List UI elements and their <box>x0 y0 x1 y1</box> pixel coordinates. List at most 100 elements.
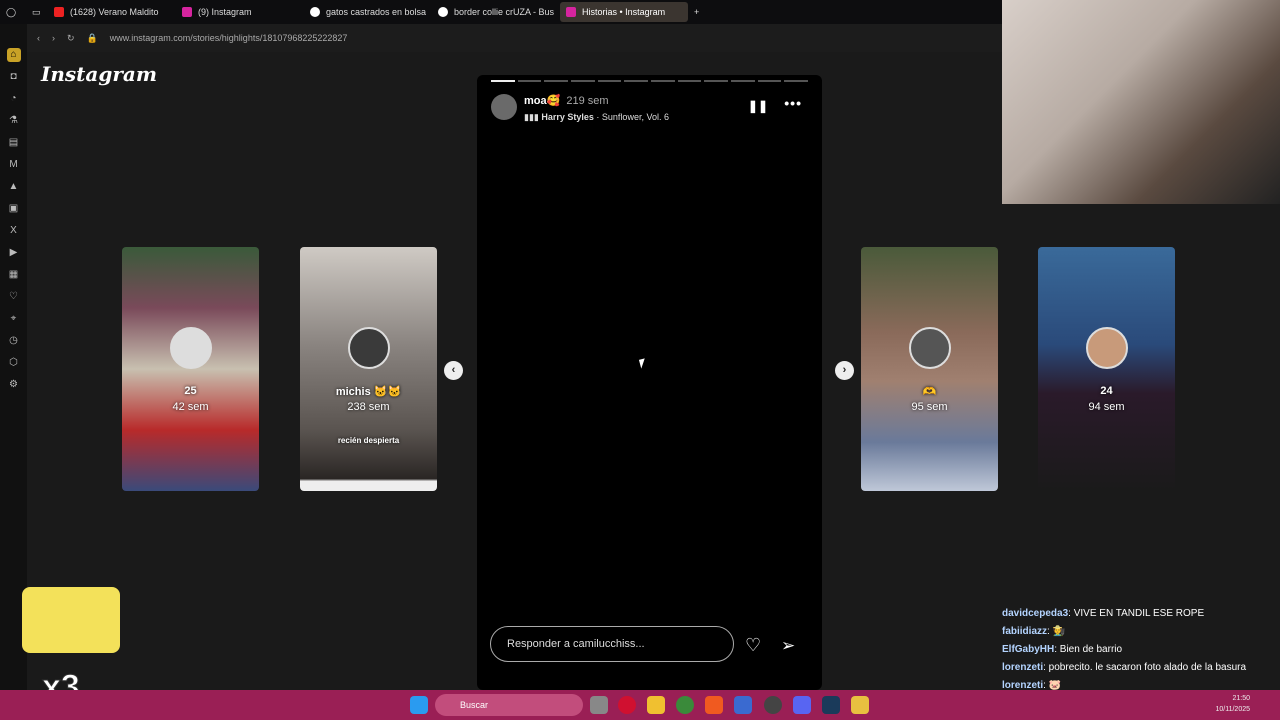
chat-user: ElfGabyHH <box>1002 644 1055 655</box>
instagram-logo[interactable]: Instagram <box>41 62 157 86</box>
avatar <box>169 327 212 369</box>
taskbar-search[interactable]: Buscar <box>435 694 583 716</box>
music-song: · Sunflower, Vol. 6 <box>596 112 669 122</box>
windows-start-icon[interactable] <box>410 696 428 714</box>
google-icon <box>310 7 320 17</box>
home-icon[interactable]: ⌂ <box>6 48 21 62</box>
chat-message: lorenzeti: pobrecito. le sacaron foto al… <box>1002 659 1280 677</box>
story-music[interactable]: ▮▮▮ Harry Styles · Sunflower, Vol. 6 <box>524 112 669 123</box>
url-field[interactable]: www.instagram.com/stories/highlights/181… <box>110 33 348 43</box>
new-tab-button[interactable]: + <box>688 2 708 22</box>
music-artist: Harry Styles <box>541 112 594 122</box>
youtube-icon <box>54 7 64 17</box>
heart-icon[interactable]: ♡ <box>7 290 21 304</box>
brave-icon[interactable] <box>705 696 723 714</box>
settings-icon[interactable]: ⚙ <box>7 378 21 392</box>
card-caption: recién despierta <box>337 436 400 445</box>
task-view-icon[interactable] <box>590 696 608 714</box>
avatar <box>347 327 390 369</box>
story-card[interactable]: 24 94 sem <box>1038 247 1175 491</box>
app-icon[interactable] <box>734 696 752 714</box>
extension-icon[interactable]: ⬡ <box>7 356 21 370</box>
card-time: 95 sem <box>911 401 948 413</box>
steam-icon[interactable] <box>822 696 840 714</box>
heart-icon: ♡ <box>745 635 762 655</box>
card-title: 🫶 <box>922 386 937 398</box>
like-button[interactable]: ♡ <box>745 635 761 656</box>
send-icon: ➢ <box>781 636 796 655</box>
previous-story-button[interactable]: ‹ <box>444 361 463 380</box>
x-icon[interactable]: X <box>7 224 21 238</box>
speed-icon[interactable]: ◔ <box>7 92 21 106</box>
chat-message: fabiidiazz: 🧑‍🌾 <box>1002 623 1280 641</box>
avatar[interactable] <box>491 94 517 120</box>
spongebob-emote <box>22 587 120 653</box>
play-icon[interactable]: ▶ <box>7 246 21 260</box>
chevron-right-icon: › <box>842 364 847 376</box>
windows-taskbar <box>0 690 1280 720</box>
opera-gx-icon[interactable] <box>618 696 636 714</box>
share-button[interactable]: ➢ <box>781 636 795 656</box>
grid-icon[interactable]: ▦ <box>7 268 21 282</box>
instagram-icon <box>566 7 576 17</box>
card-time: 238 sem <box>347 401 390 413</box>
plus-icon: + <box>694 7 700 17</box>
story-card[interactable]: 25 42 sem <box>122 247 259 491</box>
address-bar: ‹ › ↻ 🔒 www.instagram.com/stories/highli… <box>27 24 1002 52</box>
flask-icon[interactable]: ⚗ <box>7 114 21 128</box>
tab-historias[interactable]: Historias • Instagram <box>560 2 688 22</box>
lock-icon: 🔒 <box>86 32 98 43</box>
chat-text: : Bien de barrio <box>1054 644 1123 655</box>
reload-icon[interactable]: ↻ <box>67 33 75 44</box>
back-icon[interactable]: ‹ <box>37 33 40 43</box>
chrome-icon[interactable] <box>676 696 694 714</box>
clock-date: 10/11/2025 <box>1215 706 1250 713</box>
forward-icon[interactable]: › <box>52 33 55 43</box>
tab-overview-button[interactable]: ▭ <box>26 2 48 22</box>
pause-button[interactable]: ❚❚ <box>748 99 768 113</box>
next-story-button[interactable]: › <box>835 361 854 380</box>
tab-youtube[interactable]: (1628) Verano Maldito <box>48 2 176 22</box>
pause-icon: ❚❚ <box>747 99 768 113</box>
story-viewer[interactable]: moa🥰 219 sem ▮▮▮ Harry Styles · Sunflower… <box>477 75 822 690</box>
tab-google-gatos[interactable]: gatos castrados en bolsa <box>304 2 432 22</box>
chat-text: : VIVE EN TANDIL ESE ROPE <box>1068 608 1205 619</box>
story-progress <box>491 80 809 82</box>
tab-label: border collie crUZA - Bus <box>454 7 555 17</box>
pin-icon[interactable]: ⌖ <box>7 312 21 326</box>
chat-user: davidcepeda3 <box>1002 608 1069 619</box>
chat-user: fabiidiazz <box>1002 626 1048 637</box>
avatar <box>908 327 951 369</box>
chevron-left-icon: ‹ <box>451 364 456 376</box>
gamepad-icon[interactable]: ◘ <box>7 70 21 84</box>
opera-menu-button[interactable]: ◯ <box>0 2 26 22</box>
file-explorer-icon[interactable] <box>647 696 665 714</box>
tab-label: (9) Instagram <box>198 7 252 17</box>
card-title: michis 🐱🐱 <box>335 386 402 398</box>
twitch-icon[interactable]: ▣ <box>7 202 21 216</box>
chat-text: : 🧑‍🌾 <box>1047 626 1066 637</box>
m-icon[interactable]: M <box>7 158 21 172</box>
story-card[interactable]: 🫶 95 sem <box>861 247 998 491</box>
stream-chat: davidcepeda3: VIVE EN TANDIL ESE ROPE fa… <box>1000 605 1280 695</box>
github-icon[interactable] <box>764 696 782 714</box>
history-icon[interactable]: ◷ <box>7 334 21 348</box>
tab-label: Historias • Instagram <box>582 7 666 17</box>
system-clock[interactable]: 21:50 10/11/2025 <box>1215 693 1250 715</box>
tab-google-collie[interactable]: border collie crUZA - Bus <box>432 2 560 22</box>
tab-instagram[interactable]: (9) Instagram <box>176 2 304 22</box>
clock-time: 21:50 <box>1232 695 1250 702</box>
discord-icon[interactable] <box>793 696 811 714</box>
more-options-button[interactable]: ••• <box>784 95 802 111</box>
chat-user: lorenzeti <box>1002 662 1044 673</box>
webcam-overlay <box>1002 0 1280 204</box>
story-time: 219 sem <box>566 95 609 107</box>
news-icon[interactable]: ▤ <box>7 136 21 150</box>
card-title: 25 <box>184 385 197 397</box>
reply-input[interactable]: Responder a camilucchiss... <box>490 626 734 662</box>
arrow-icon[interactable]: ▲ <box>7 180 21 194</box>
story-username[interactable]: moa🥰 <box>524 95 560 107</box>
app-icon[interactable] <box>851 696 869 714</box>
story-card[interactable]: michis 🐱🐱 238 sem recién despierta <box>300 247 437 491</box>
tab-label: (1628) Verano Maldito <box>70 7 159 17</box>
